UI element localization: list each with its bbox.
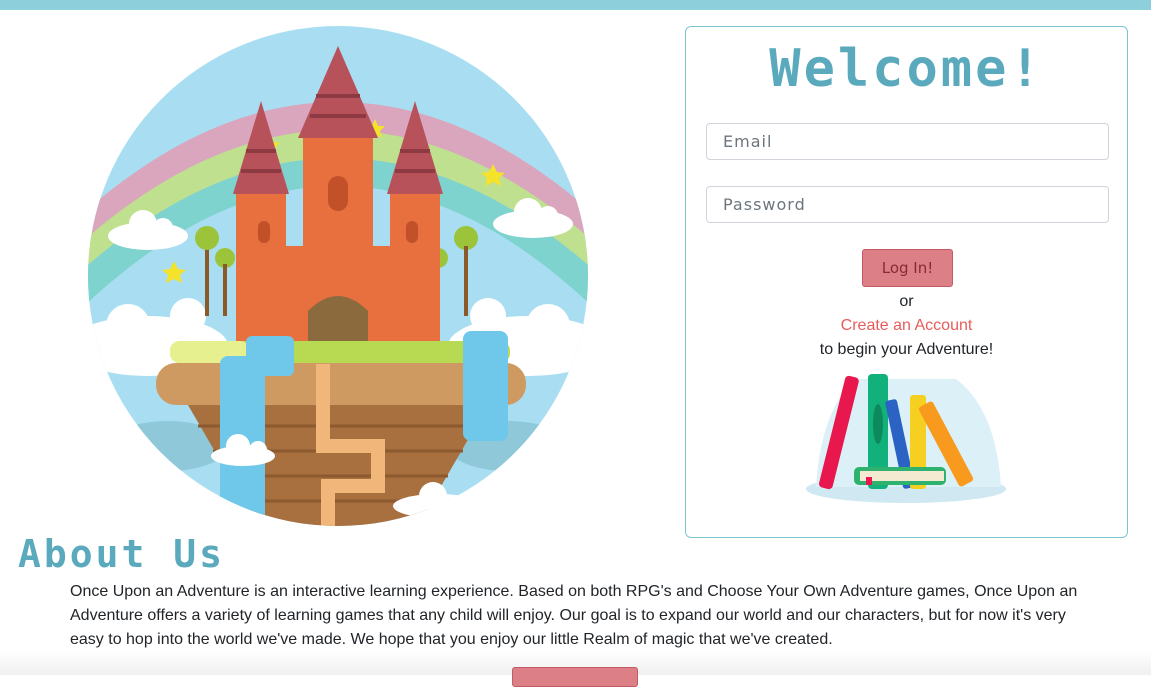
or-text: or xyxy=(899,293,914,310)
books-illustration xyxy=(806,369,1012,509)
top-accent-bar xyxy=(0,0,1151,10)
about-us-heading: About Us xyxy=(18,532,226,576)
welcome-title: Welcome! xyxy=(769,39,1044,99)
about-us-description: Once Upon an Adventure is an interactive… xyxy=(70,583,1078,648)
create-account-link[interactable]: Create an Account xyxy=(686,317,1127,335)
email-input[interactable] xyxy=(706,123,1109,160)
login-card: Welcome! Log In! or Create an Account to… xyxy=(685,26,1128,538)
castle-island-illustration xyxy=(88,26,588,526)
login-button[interactable]: Log In! xyxy=(862,249,953,287)
begin-adventure-text: to begin your Adventure! xyxy=(819,341,994,358)
password-input[interactable] xyxy=(706,186,1109,223)
bottom-button[interactable] xyxy=(512,667,638,687)
